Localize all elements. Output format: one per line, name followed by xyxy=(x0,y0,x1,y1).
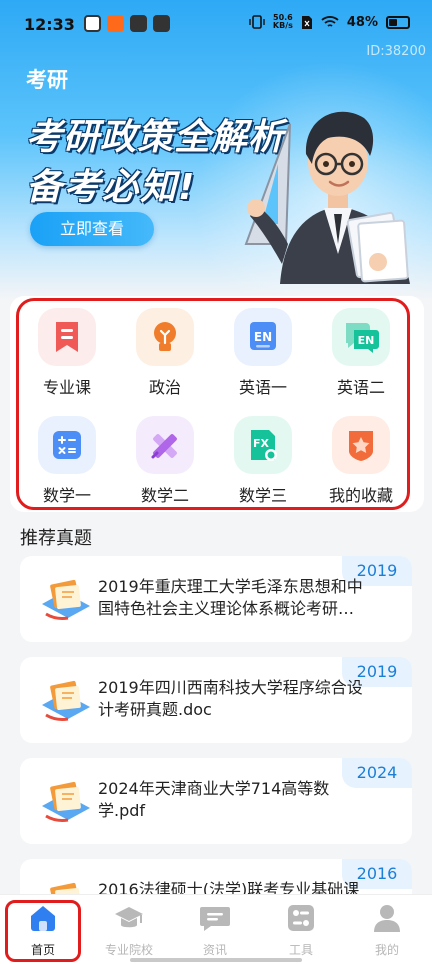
exam-title: 2024年天津商业大学714高等数学.pdf xyxy=(98,779,330,820)
brand-title: 考研 xyxy=(26,68,68,92)
status-right: 50.6 KB/s 48% xyxy=(249,14,410,30)
category-label: 数学三 xyxy=(238,486,287,505)
category-grid: 专业课 政治 EN 英语一 EN 英语二 数学一 数学二 FX 数学三 我的收藏 xyxy=(18,300,410,508)
category-math-2[interactable]: 数学二 xyxy=(116,408,214,508)
user-id: ID:38200 xyxy=(366,44,426,59)
category-label: 英语一 xyxy=(238,378,287,397)
student-illustration xyxy=(244,111,410,284)
lightbulb-icon xyxy=(136,308,194,366)
fx-icon: FX xyxy=(234,416,292,474)
nav-profile[interactable]: 我的 xyxy=(344,903,430,958)
nav-label: 专业院校 xyxy=(104,943,153,957)
notification-app-icon xyxy=(153,15,170,32)
svg-text:EN: EN xyxy=(254,330,272,344)
nav-label: 首页 xyxy=(30,943,55,957)
en-chat-icon: EN xyxy=(332,308,390,366)
wifi-icon xyxy=(321,16,339,27)
exam-card[interactable]: 2019 2019年重庆理工大学毛泽东思想和中国特色社会主义理论体系概论考研真题… xyxy=(20,556,412,642)
exam-card[interactable]: 2024 2024年天津商业大学714高等数学.pdf xyxy=(20,758,412,844)
calculator-icon xyxy=(38,416,96,474)
category-label: 政治 xyxy=(148,378,181,397)
vibrate-icon xyxy=(249,15,265,29)
category-english-1[interactable]: EN 英语一 xyxy=(214,300,312,408)
en-book-icon: EN xyxy=(234,308,292,366)
toolbox-icon xyxy=(288,905,314,931)
gesture-home-indicator[interactable] xyxy=(130,958,302,962)
star-badge-icon xyxy=(332,416,390,474)
net-speed: 50.6 KB/s xyxy=(273,14,293,30)
exam-card[interactable]: 2019 2019年四川西南科技大学程序综合设计考研真题.doc xyxy=(20,657,412,743)
battery-icon xyxy=(386,15,410,29)
category-my-favorites[interactable]: 我的收藏 xyxy=(312,408,410,508)
exam-title: 2019年重庆理工大学毛泽东思想和中国特色社会主义理论体系概论考研真题.pdf xyxy=(98,577,363,618)
svg-text:FX: FX xyxy=(253,437,270,450)
exam-title: 2019年四川西南科技大学程序综合设计考研真题.doc xyxy=(98,678,363,719)
nav-label: 工具 xyxy=(288,943,313,957)
banner-subheadline: 备考必知! xyxy=(26,167,197,208)
view-now-button[interactable]: 立即查看 xyxy=(30,212,154,246)
category-label: 专业课 xyxy=(42,378,91,397)
category-label: 我的收藏 xyxy=(328,486,393,505)
status-bar: 12:33 50.6 KB/s 48% xyxy=(0,0,432,50)
nav-schools[interactable]: 专业院校 xyxy=(86,903,172,958)
category-math-1[interactable]: 数学一 xyxy=(18,408,116,508)
pencil-ruler-icon xyxy=(136,416,194,474)
graduation-cap-icon xyxy=(115,907,143,928)
nav-tools[interactable]: 工具 xyxy=(258,903,344,958)
category-politics[interactable]: 政治 xyxy=(116,300,214,408)
message-icon xyxy=(200,907,230,931)
bookmark-icon xyxy=(38,308,96,366)
category-label: 英语二 xyxy=(336,378,385,397)
category-major-course[interactable]: 专业课 xyxy=(18,300,116,408)
user-icon xyxy=(374,905,400,932)
notification-app-icon xyxy=(84,15,101,32)
nav-home[interactable]: 首页 xyxy=(0,903,86,958)
exam-document-icon xyxy=(42,680,90,721)
nav-label: 资讯 xyxy=(202,943,227,957)
sim-icon xyxy=(301,15,312,29)
category-math-3[interactable]: FX 数学三 xyxy=(214,408,312,508)
battery-percent: 48% xyxy=(346,14,378,30)
banner[interactable]: 12:33 50.6 KB/s 48% ID:38200 考研 考研政策全解析 备… xyxy=(0,0,432,300)
category-english-2[interactable]: EN 英语二 xyxy=(312,300,410,408)
notification-app-icon xyxy=(130,15,147,32)
category-label: 数学一 xyxy=(42,486,91,505)
nav-news[interactable]: 资讯 xyxy=(172,903,258,958)
category-label: 数学二 xyxy=(140,486,189,505)
status-time: 12:33 xyxy=(24,15,75,34)
exam-document-icon xyxy=(42,579,90,620)
status-app-icons xyxy=(84,15,170,32)
svg-text:EN: EN xyxy=(358,334,375,347)
exam-document-icon xyxy=(42,781,90,822)
nav-label: 我的 xyxy=(374,943,399,957)
notification-app-icon xyxy=(107,15,124,32)
net-speed-unit: KB/s xyxy=(272,21,293,30)
section-title-recommended: 推荐真题 xyxy=(20,528,92,549)
bottom-nav: 首页 专业院校 资讯 工具 我的 xyxy=(0,894,432,964)
home-icon xyxy=(31,906,55,931)
